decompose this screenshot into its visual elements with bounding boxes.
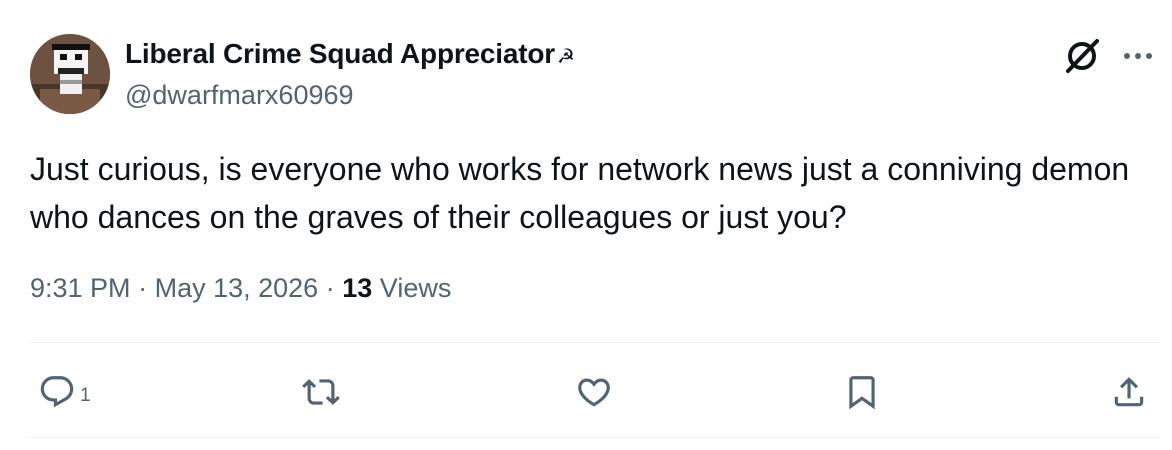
reply-button[interactable]: 1 [38,360,91,424]
views-count: 13 [342,273,373,303]
divider [30,437,1160,438]
action-bar: 1 [0,360,1172,424]
avatar-image [30,34,110,114]
top-icons [1060,34,1158,78]
tweet-date[interactable]: May 13, 2026 [155,273,319,303]
grok-icon[interactable] [1060,34,1104,78]
share-button[interactable] [1110,360,1148,424]
author-display-name[interactable]: Liberal Crime Squad Appreciator [125,38,555,70]
meta-separator: · [325,273,335,303]
tweet-time[interactable]: 9:31 PM [30,273,131,303]
tweet-meta: 9:31 PM · May 13, 2026 · 13 Views [30,273,451,304]
views-label: Views [379,273,452,303]
hammer-sickle-badge-icon: ☭ [556,45,575,68]
divider [30,342,1160,343]
more-icon[interactable] [1118,36,1158,76]
heart-icon [578,378,610,407]
like-button[interactable] [575,360,613,424]
retweet-button[interactable] [302,360,340,424]
tweet-text: Just curious, is everyone who works for … [30,151,1130,235]
reply-count: 1 [80,385,91,406]
author-handle[interactable]: @dwarfmarx60969 [125,80,354,111]
author-name-row: Liberal Crime Squad Appreciator ☭ [125,38,575,70]
bookmark-button[interactable] [843,360,881,424]
reply-icon [40,376,74,408]
bookmark-icon [849,376,875,410]
retweet-icon [302,379,340,405]
meta-separator: · [138,273,148,303]
share-icon [1114,377,1144,407]
avatar[interactable] [30,34,110,114]
